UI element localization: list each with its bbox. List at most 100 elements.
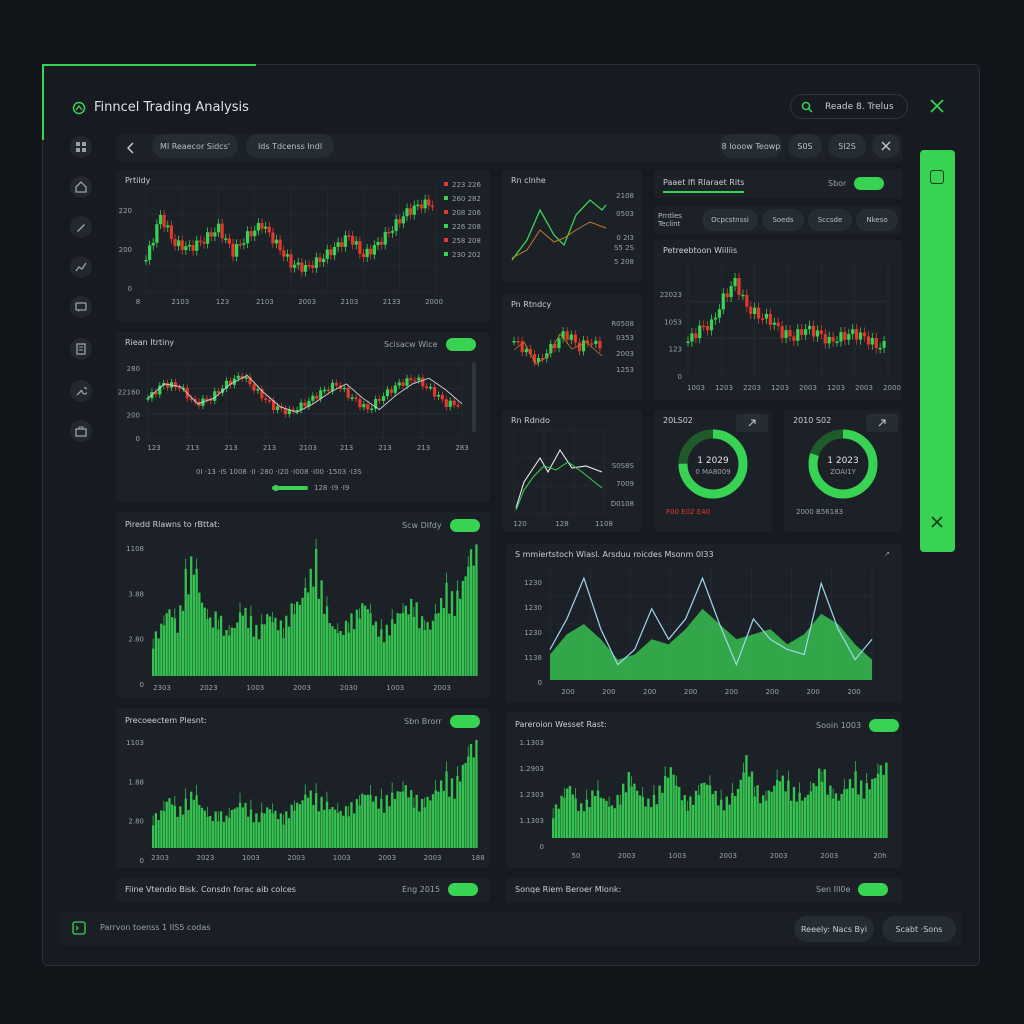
volume-bar — [437, 613, 440, 676]
volume-bar — [266, 614, 269, 676]
toggle-switch[interactable] — [858, 883, 889, 896]
volume-bar — [818, 768, 821, 838]
tab-2[interactable]: Ocpcstnssi — [702, 209, 758, 231]
sidebar-item-analytics[interactable] — [70, 256, 92, 278]
panel-toggle[interactable]: Sen Ill0e — [816, 883, 889, 896]
volume-bar — [295, 601, 299, 676]
candle-body — [753, 307, 757, 314]
volume-bar — [865, 782, 868, 838]
volume-bar — [636, 790, 639, 838]
candle-body — [293, 264, 297, 268]
volume-bar — [410, 790, 413, 848]
tab-1[interactable]: Prntles Teclint — [658, 209, 698, 231]
candle-body — [772, 322, 776, 325]
toolbar-pill-1[interactable]: Ml Reaecor Sidcs' — [152, 134, 238, 158]
volume-bar — [596, 790, 600, 838]
volume-bar — [287, 818, 291, 848]
sidebar-item-tools[interactable] — [70, 380, 92, 402]
volume-bar — [450, 591, 454, 676]
status-strip-1: Fiine Vtendio Bisk. Consdn forac aib col… — [116, 878, 490, 902]
candle-body — [412, 205, 416, 215]
volume-bar — [225, 629, 228, 676]
toolbar-pill-4[interactable]: S0S — [788, 134, 822, 158]
candle-body — [377, 399, 382, 401]
volume-bar — [391, 619, 394, 676]
sidebar-item-dashboard[interactable] — [70, 136, 92, 158]
volume-bar — [247, 627, 250, 676]
volume-bar — [152, 648, 155, 676]
volume-bar — [168, 609, 171, 676]
candle-body — [741, 294, 745, 297]
volume-bar — [276, 819, 280, 848]
volume-bar — [342, 634, 345, 676]
volume-bar — [168, 798, 171, 848]
volume-bar — [211, 627, 215, 676]
x-tick-label: 200 — [684, 688, 697, 696]
side-action-rail[interactable] — [920, 150, 955, 552]
candle-body — [326, 389, 331, 392]
candle-body — [166, 225, 170, 228]
volume-bar — [429, 629, 432, 676]
panel-toggle[interactable]: Eng 2015 — [402, 883, 479, 896]
footer-button-2[interactable]: Scabt ·Sons — [882, 916, 956, 942]
toggle-switch[interactable] — [854, 177, 885, 190]
volume-bar — [279, 620, 282, 676]
volume-bar — [664, 776, 667, 838]
close-icon[interactable] — [928, 97, 946, 115]
sidebar-item-portfolio[interactable] — [70, 420, 92, 442]
volume-bar — [157, 638, 160, 676]
volume-bar — [369, 794, 372, 848]
y-tick-label: 1053 — [664, 318, 682, 326]
volume-bar — [391, 792, 394, 848]
x-tick-label: 2133 — [383, 298, 401, 306]
volume-bar — [347, 816, 350, 848]
toggle-switch[interactable] — [448, 883, 479, 896]
volume-bar — [160, 810, 163, 848]
sidebar-item-trade[interactable] — [70, 216, 92, 238]
volume-bar — [334, 809, 337, 848]
x-tick-label: 2000 — [425, 298, 443, 306]
volume-bar — [461, 764, 465, 848]
candle-body — [187, 245, 192, 247]
search-input[interactable]: Reade 8. Trelus — [790, 94, 908, 119]
volume-bar — [472, 757, 475, 848]
volume-bar — [767, 790, 770, 838]
candle-body — [862, 332, 867, 337]
volume-bar — [315, 793, 318, 848]
sidebar-item-markets[interactable] — [70, 176, 92, 198]
toolbar-pill-2[interactable]: Ids Tdcenss Indl — [246, 134, 334, 158]
candle-body — [376, 241, 380, 246]
volume-bar — [806, 794, 810, 838]
volume-bar — [222, 821, 225, 848]
toolbar-pill-5[interactable]: 5I2S — [828, 134, 866, 158]
footer-button-1[interactable]: Reeely: Nacs Byi — [794, 916, 874, 942]
candle-body — [278, 239, 282, 251]
volume-bar — [770, 791, 773, 838]
volume-bar — [377, 636, 380, 676]
volume-bar — [260, 624, 263, 676]
tab-3[interactable]: Soeds — [762, 209, 804, 231]
candle-body — [362, 404, 366, 408]
toolbar-pill-3[interactable]: 8 Iooow Teowp — [720, 134, 782, 158]
panel-icon[interactable] — [930, 170, 944, 184]
panel-toggle[interactable]: Sbor — [828, 177, 885, 190]
sidebar-item-reports[interactable] — [70, 338, 92, 360]
volume-bar — [154, 813, 158, 848]
candle-body — [385, 389, 390, 397]
legend-swatch — [444, 210, 448, 214]
volume-bar — [675, 785, 678, 838]
toolbar-close-button[interactable] — [872, 134, 900, 158]
volume-bar — [211, 820, 215, 848]
y-tick-label: 1.88 — [128, 778, 144, 786]
volume-bar — [372, 801, 375, 848]
tab-5[interactable]: Nkeso — [856, 209, 898, 231]
close-icon[interactable] — [930, 515, 944, 529]
x-tick-label: 2303 — [153, 684, 171, 692]
chevron-left-icon[interactable] — [122, 139, 140, 157]
candle-body — [702, 325, 706, 328]
volume-bar — [445, 771, 448, 848]
candle-body — [448, 400, 452, 407]
sidebar-item-messages[interactable] — [70, 296, 92, 318]
tab-4[interactable]: Sccsde — [808, 209, 852, 231]
volume-bar — [344, 620, 348, 676]
